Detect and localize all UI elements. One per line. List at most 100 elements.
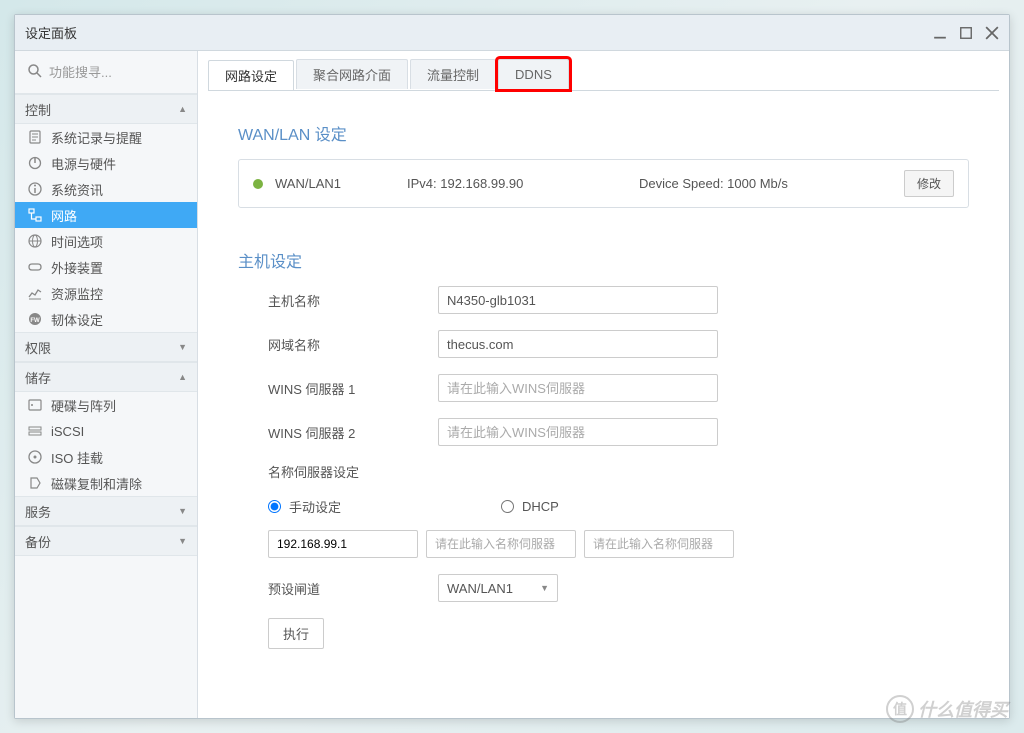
- ns1-input[interactable]: [268, 530, 418, 558]
- wins2-input[interactable]: [438, 418, 718, 446]
- radio-dhcp[interactable]: DHCP: [501, 499, 559, 514]
- svg-text:FW: FW: [30, 318, 40, 324]
- sidebar-item-label: 时间选项: [51, 232, 103, 251]
- main-panel: 网路设定 聚合网路介面 流量控制 DDNS WAN/LAN 设定 WAN/LAN…: [198, 51, 1009, 718]
- iso-icon: [27, 449, 43, 465]
- radio-manual-label: 手动设定: [289, 497, 341, 516]
- radio-dhcp-input[interactable]: [501, 500, 514, 513]
- firmware-icon: FW: [27, 311, 43, 327]
- globe-icon: [27, 233, 43, 249]
- sidebar-item-label: 外接装置: [51, 258, 103, 277]
- sidebar-item-power[interactable]: 电源与硬件: [15, 150, 197, 176]
- modify-button[interactable]: 修改: [904, 170, 954, 197]
- chart-icon: [27, 285, 43, 301]
- minimize-button[interactable]: [933, 26, 947, 40]
- close-button[interactable]: [985, 26, 999, 40]
- chevron-down-icon: ▼: [540, 583, 549, 593]
- section-label: 服务: [25, 502, 51, 521]
- content: WAN/LAN 设定 WAN/LAN1 IPv4: 192.168.99.90 …: [208, 91, 999, 708]
- nameserver-label: 名称伺服器设定: [238, 462, 438, 481]
- wanlan-ip: IPv4: 192.168.99.90: [407, 176, 627, 191]
- wins1-input[interactable]: [438, 374, 718, 402]
- sidebar-item-iso[interactable]: ISO 挂载: [15, 444, 197, 470]
- sidebar: 控制 ▲ 系统记录与提醒 电源与硬件 系统资讯 网路 时间选项: [15, 51, 198, 718]
- chevron-down-icon: ▼: [178, 536, 187, 546]
- sidebar-item-firmware[interactable]: FW 韧体设定: [15, 306, 197, 332]
- settings-window: 设定面板: [14, 14, 1010, 719]
- sidebar-item-label: 磁碟复制和清除: [51, 474, 142, 493]
- watermark-icon: 值: [886, 695, 914, 723]
- chevron-down-icon: ▼: [178, 342, 187, 352]
- domain-input[interactable]: [438, 330, 718, 358]
- tab-traffic[interactable]: 流量控制: [410, 59, 496, 89]
- clone-icon: [27, 475, 43, 491]
- sidebar-item-label: 资源监控: [51, 284, 103, 303]
- execute-button[interactable]: 执行: [268, 618, 324, 649]
- gateway-select[interactable]: WAN/LAN1 ▼: [438, 574, 558, 602]
- wins1-label: WINS 伺服器 1: [238, 379, 438, 398]
- sidebar-item-time[interactable]: 时间选项: [15, 228, 197, 254]
- hostname-input[interactable]: [438, 286, 718, 314]
- chevron-up-icon: ▲: [178, 372, 187, 382]
- sidebar-item-network[interactable]: 网路: [15, 202, 197, 228]
- ns3-input[interactable]: [584, 530, 734, 558]
- window-title: 设定面板: [25, 23, 933, 42]
- wanlan-box: WAN/LAN1 IPv4: 192.168.99.90 Device Spee…: [238, 159, 969, 208]
- chevron-down-icon: ▼: [178, 506, 187, 516]
- sidebar-item-disk[interactable]: 硬碟与阵列: [15, 392, 197, 418]
- search-icon: [27, 63, 43, 79]
- search-box: [15, 51, 197, 94]
- tab-label: 网路设定: [225, 66, 277, 85]
- sidebar-item-monitor[interactable]: 资源监控: [15, 280, 197, 306]
- ns2-input[interactable]: [426, 530, 576, 558]
- gateway-label: 预设闸道: [238, 579, 438, 598]
- sidebar-item-clone[interactable]: 磁碟复制和清除: [15, 470, 197, 496]
- section-label: 储存: [25, 368, 51, 387]
- tab-ddns[interactable]: DDNS: [498, 59, 569, 89]
- section-label: 权限: [25, 338, 51, 357]
- section-header-service[interactable]: 服务 ▼: [15, 496, 197, 526]
- tab-network-settings[interactable]: 网路设定: [208, 60, 294, 90]
- wins2-label: WINS 伺服器 2: [238, 423, 438, 442]
- sidebar-item-label: 网路: [51, 206, 77, 225]
- section-header-permission[interactable]: 权限 ▼: [15, 332, 197, 362]
- search-input[interactable]: [23, 59, 189, 85]
- sidebar-item-label: 硬碟与阵列: [51, 396, 116, 415]
- tab-aggregate[interactable]: 聚合网路介面: [296, 59, 408, 89]
- radio-dhcp-label: DHCP: [522, 499, 559, 514]
- section-header-backup[interactable]: 备份 ▼: [15, 526, 197, 556]
- maximize-button[interactable]: [959, 26, 973, 40]
- domain-label: 网域名称: [238, 335, 438, 354]
- status-dot-icon: [253, 179, 263, 189]
- radio-manual[interactable]: 手动设定: [268, 497, 341, 516]
- tab-label: 流量控制: [427, 65, 479, 84]
- usb-icon: [27, 259, 43, 275]
- sidebar-item-label: 系统记录与提醒: [51, 128, 142, 147]
- titlebar[interactable]: 设定面板: [15, 15, 1009, 51]
- info-icon: [27, 181, 43, 197]
- window-controls: [933, 26, 999, 40]
- tab-label: 聚合网路介面: [313, 65, 391, 84]
- sidebar-item-sysinfo[interactable]: 系统资讯: [15, 176, 197, 202]
- sidebar-item-label: 电源与硬件: [51, 154, 116, 173]
- wanlan-name: WAN/LAN1: [275, 176, 395, 191]
- tab-label: DDNS: [515, 67, 552, 82]
- sidebar-item-external[interactable]: 外接装置: [15, 254, 197, 280]
- section-label: 控制: [25, 100, 51, 119]
- watermark-text: 什么值得买: [918, 696, 1008, 722]
- wanlan-speed: Device Speed: 1000 Mb/s: [639, 176, 892, 191]
- radio-manual-input[interactable]: [268, 500, 281, 513]
- sidebar-item-label: iSCSI: [51, 424, 84, 439]
- iscsi-icon: [27, 423, 43, 439]
- hdd-icon: [27, 397, 43, 413]
- sidebar-item-syslog[interactable]: 系统记录与提醒: [15, 124, 197, 150]
- chevron-up-icon: ▲: [178, 104, 187, 114]
- section-header-control[interactable]: 控制 ▲: [15, 94, 197, 124]
- host-title: 主机设定: [238, 248, 969, 272]
- window-body: 控制 ▲ 系统记录与提醒 电源与硬件 系统资讯 网路 时间选项: [15, 51, 1009, 718]
- section-header-storage[interactable]: 储存 ▲: [15, 362, 197, 392]
- sidebar-item-iscsi[interactable]: iSCSI: [15, 418, 197, 444]
- section-label: 备份: [25, 532, 51, 551]
- sidebar-item-label: 韧体设定: [51, 310, 103, 329]
- clipboard-icon: [27, 129, 43, 145]
